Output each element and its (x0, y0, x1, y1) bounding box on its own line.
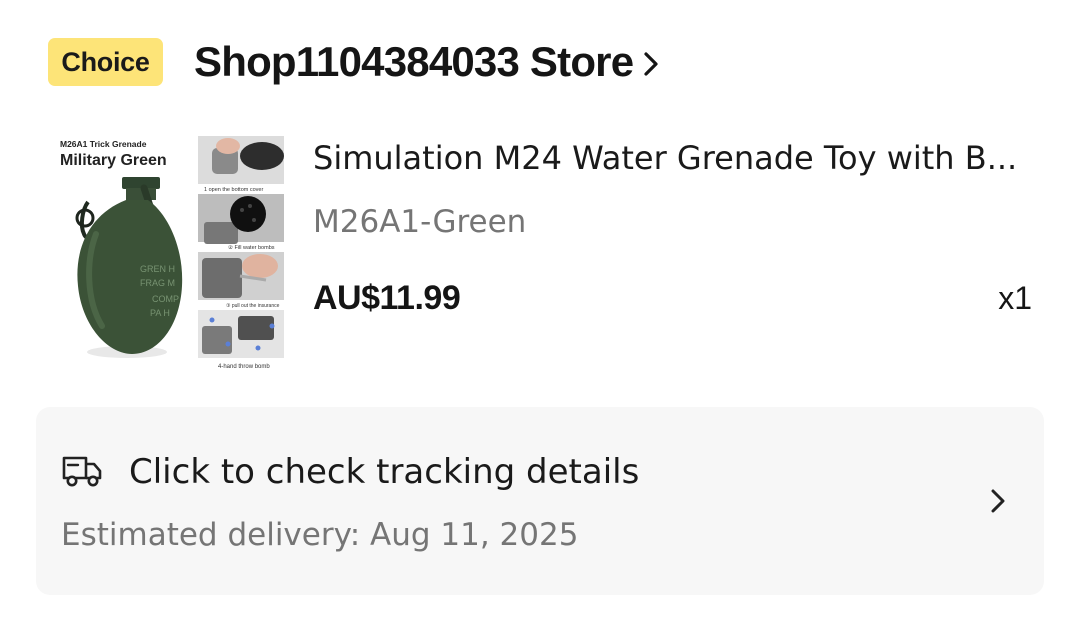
product-quantity: x1 (998, 280, 1032, 316)
tracking-title: Click to check tracking details (129, 452, 640, 492)
step-1-caption: 1 open the bottom cover (204, 187, 263, 193)
truck-icon (61, 454, 103, 488)
estimated-delivery: Estimated delivery: Aug 11, 2025 (61, 517, 579, 553)
grenade-illustration: GREN H FRAG M COMP PA H (75, 177, 183, 358)
chevron-right-icon (643, 50, 659, 78)
grenade-text-2: FRAG M (140, 278, 175, 288)
store-link[interactable]: Shop1104384033 Store (194, 38, 659, 86)
step-photos: 1 open the bottom cover ② Fill water bom… (198, 136, 284, 370)
step-4-caption: 4-hand throw bomb (218, 364, 270, 370)
product-variant: M26A1-Green (313, 204, 527, 240)
tracking-card[interactable]: Click to check tracking details Estimate… (36, 407, 1044, 595)
product-image[interactable]: M26A1 Trick Grenade Military Green GREN … (52, 130, 288, 374)
chevron-right-icon (988, 487, 1008, 515)
image-label-small: M26A1 Trick Grenade (60, 139, 147, 149)
store-header: Choice Shop1104384033 Store (48, 36, 659, 88)
step-2-caption: ② Fill water bombs (228, 244, 275, 251)
choice-badge: Choice (48, 38, 163, 86)
grenade-text-4: PA H (150, 308, 170, 318)
step-3-caption: ③ pull out the insurance (226, 303, 280, 309)
image-label-big: Military Green (60, 152, 167, 169)
product-title[interactable]: Simulation M24 Water Grenade Toy with B.… (313, 136, 1029, 180)
product-price: AU$11.99 (313, 279, 461, 317)
grenade-text-3: COMP (152, 294, 179, 304)
grenade-text-1: GREN H (140, 264, 175, 274)
store-name: Shop1104384033 Store (194, 38, 634, 85)
